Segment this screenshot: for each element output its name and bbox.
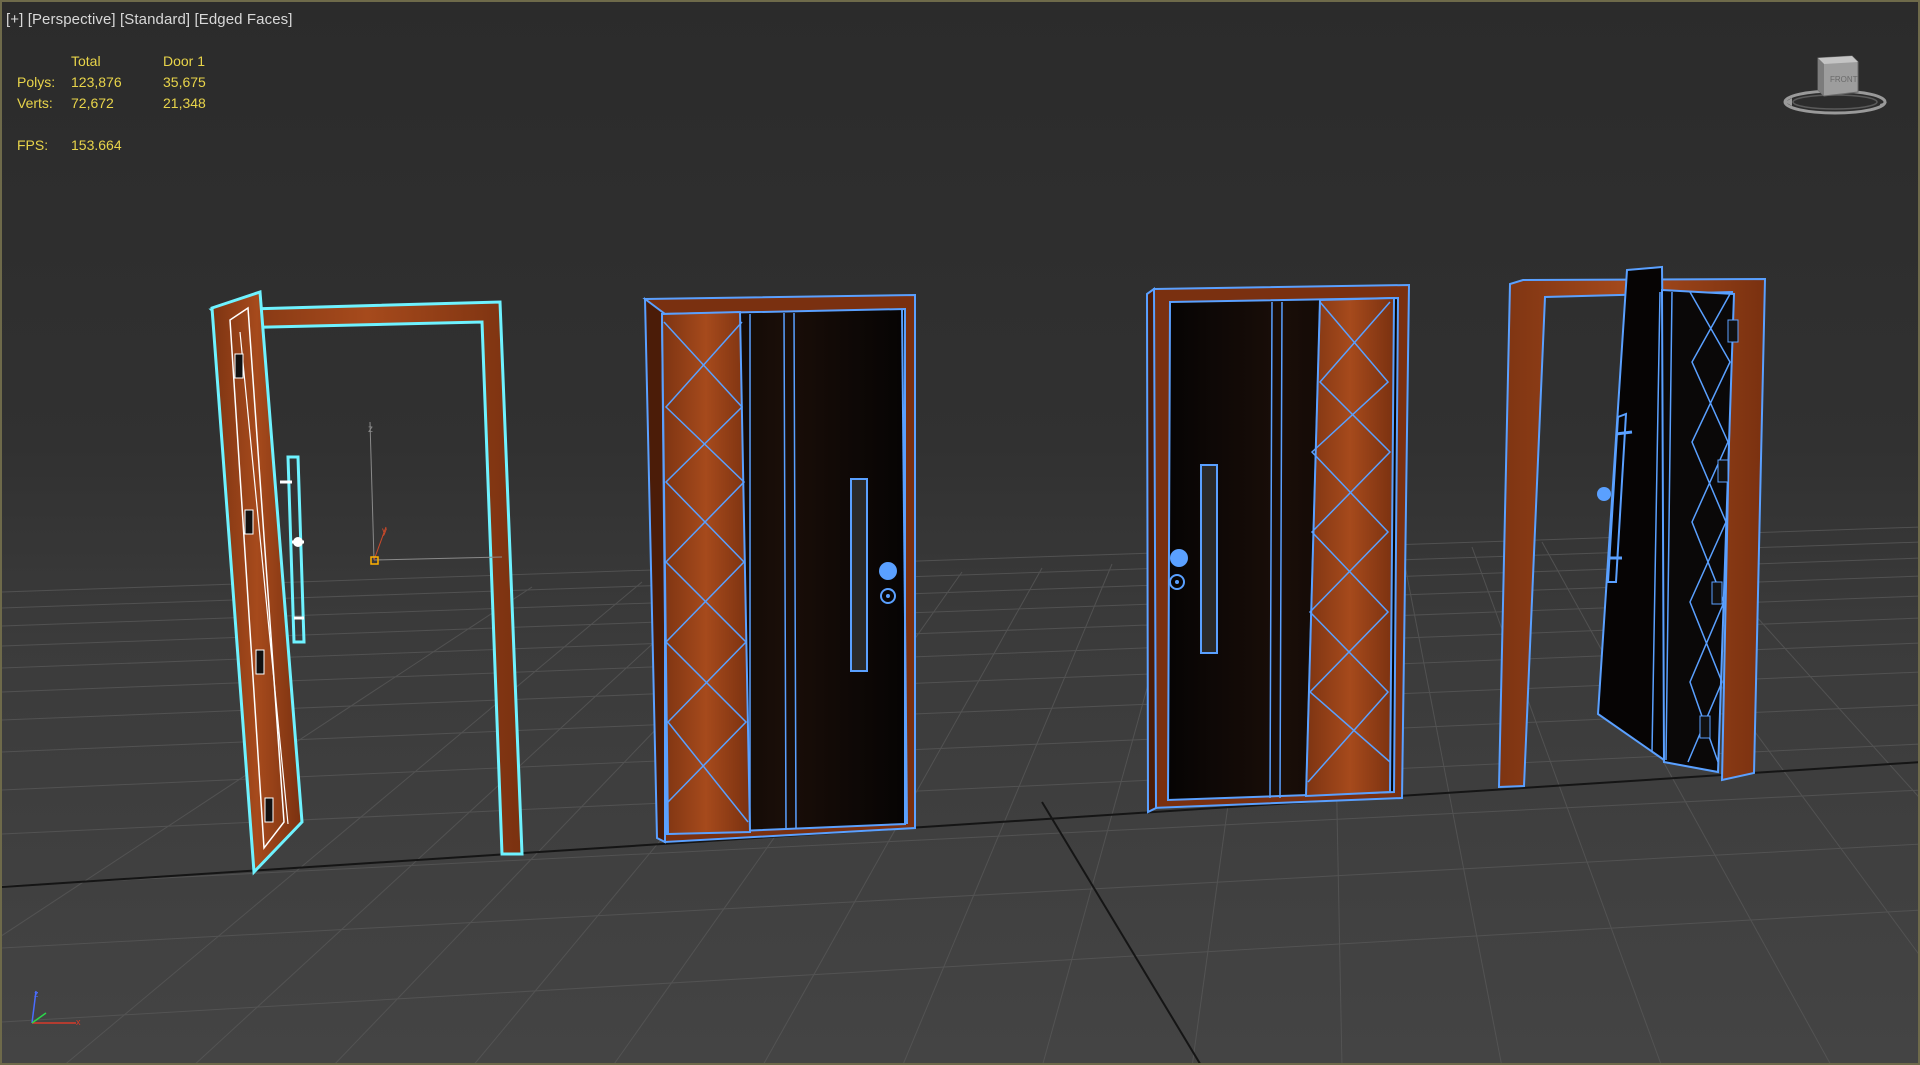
transform-gizmo-icon[interactable]: z y bbox=[368, 421, 503, 565]
world-axis-icon: z x bbox=[31, 989, 81, 1027]
viewport-menu-perspective[interactable]: [Perspective] bbox=[28, 11, 116, 28]
stats-polys-label: Polys: bbox=[17, 74, 56, 90]
viewport-menu-plus[interactable]: [+] bbox=[6, 11, 23, 28]
stats-fps-value: 153.664 bbox=[71, 137, 122, 153]
door-2[interactable] bbox=[642, 293, 916, 844]
stats-header-total: Total bbox=[71, 53, 101, 69]
svg-text:x: x bbox=[76, 1017, 81, 1027]
viewcube-icon[interactable]: FRONT bbox=[1780, 50, 1890, 120]
door-4[interactable] bbox=[1497, 265, 1767, 789]
stats-header-selection: Door 1 bbox=[163, 53, 206, 69]
viewport-menu-edged-faces[interactable]: [Edged Faces] bbox=[194, 11, 292, 28]
svg-text:z: z bbox=[34, 989, 39, 999]
viewcube-face-label[interactable]: FRONT bbox=[1830, 75, 1858, 84]
stats-verts-selection: 21,348 bbox=[163, 95, 206, 111]
stats-polys-selection: 35,675 bbox=[163, 74, 206, 90]
viewport-label-menu[interactable]: [+] [Perspective] [Standard] [Edged Face… bbox=[6, 11, 293, 28]
stats-verts-label: Verts: bbox=[17, 95, 53, 111]
stats-polys-total: 123,876 bbox=[71, 74, 122, 90]
scene-canvas[interactable]: z y bbox=[2, 2, 1920, 1065]
door-3[interactable] bbox=[1145, 283, 1411, 814]
door-1-selected[interactable]: z y bbox=[208, 289, 524, 876]
svg-text:z: z bbox=[368, 424, 373, 435]
stats-verts-total: 72,672 bbox=[71, 95, 114, 111]
viewport-menu-standard[interactable]: [Standard] bbox=[120, 11, 190, 28]
svg-text:y: y bbox=[382, 526, 387, 537]
3d-viewport[interactable]: z y [+] [Perspective] [Standard] [Edged … bbox=[0, 0, 1920, 1065]
stats-fps-label: FPS: bbox=[17, 137, 49, 153]
